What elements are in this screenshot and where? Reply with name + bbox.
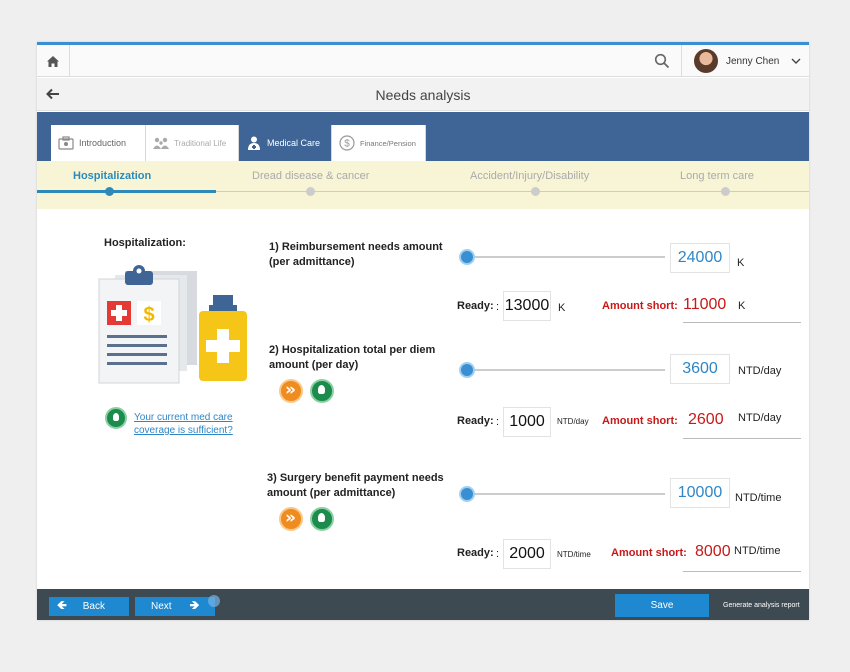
generate-report-button[interactable]: Generate analysis report bbox=[723, 602, 800, 609]
back-button[interactable]: 🡸 Back bbox=[49, 597, 129, 616]
arrow-left-icon: 🡸 bbox=[57, 598, 67, 612]
step-accident[interactable]: Accident/Injury/Disability bbox=[470, 170, 589, 182]
avatar bbox=[694, 49, 718, 73]
question-2-ready-value[interactable]: 1000 bbox=[503, 407, 551, 437]
question-3-short-underline bbox=[683, 571, 801, 572]
tab-traditional-life[interactable]: Traditional Life bbox=[146, 125, 239, 161]
tab-label: Medical Care bbox=[267, 138, 321, 148]
step-long-term-care[interactable]: Long term care bbox=[680, 170, 754, 182]
search-button[interactable] bbox=[654, 53, 672, 71]
bottom-bar: 🡸 Back Next 🡺 Save Generate analysis rep… bbox=[37, 589, 809, 620]
page-title: Needs analysis bbox=[375, 87, 471, 103]
question-2-ready-unit: NTD/day bbox=[557, 417, 589, 426]
arrow-right-icon: 🡺 bbox=[189, 598, 200, 612]
step-dread-disease[interactable]: Dread disease & cancer bbox=[252, 170, 369, 182]
tab-medical-care[interactable]: Medical Care bbox=[239, 125, 332, 161]
question-1-ready-label: Ready: bbox=[457, 300, 494, 312]
question-1-ready-sep: : bbox=[496, 301, 500, 313]
question-3-slider-track[interactable] bbox=[465, 493, 665, 495]
question-2-short-underline bbox=[683, 438, 801, 439]
section-heading: Hospitalization: bbox=[104, 237, 186, 249]
title-bar: Needs analysis bbox=[37, 78, 809, 111]
category-bar: Introduction Traditional Life Medical Ca… bbox=[37, 112, 809, 161]
medical-clipboard-illustration: $ bbox=[98, 265, 247, 384]
question-1-slider-track[interactable] bbox=[465, 256, 665, 258]
question-2-short-value: 2600 bbox=[688, 411, 724, 428]
user-menu[interactable]: Jenny Chen bbox=[681, 45, 809, 77]
step-hospitalization[interactable]: Hospitalization bbox=[73, 170, 151, 182]
lightbulb-icon[interactable] bbox=[310, 379, 334, 403]
question-3-ready-unit: NTD/time bbox=[557, 550, 591, 559]
tab-introduction[interactable]: Introduction bbox=[51, 125, 146, 161]
save-button[interactable]: Save bbox=[615, 594, 709, 617]
svg-text:$: $ bbox=[344, 139, 350, 150]
question-1-short-unit: K bbox=[738, 300, 746, 312]
question-1-short-label: Amount short: bbox=[602, 300, 678, 312]
question-3-ready-sep: : bbox=[496, 548, 500, 560]
question-3-short-label: Amount short: bbox=[611, 547, 687, 559]
question-3-value[interactable]: 10000 bbox=[670, 478, 730, 508]
step-dot-accident[interactable] bbox=[531, 187, 540, 196]
question-1-unit: K bbox=[737, 257, 745, 269]
question-1-short-underline bbox=[683, 322, 801, 323]
tab-finance-pension[interactable]: $ Finance/Pension bbox=[332, 125, 426, 161]
family-icon bbox=[152, 134, 170, 152]
question-1-short-value: 11000 bbox=[683, 296, 727, 313]
question-3-short-value: 8000 bbox=[695, 543, 731, 560]
question-2-ready-label: Ready: bbox=[457, 415, 494, 427]
back-button-label: Back bbox=[82, 601, 105, 612]
doctor-icon bbox=[245, 134, 263, 152]
next-step-icon[interactable] bbox=[279, 507, 303, 531]
question-2-value[interactable]: 3600 bbox=[670, 354, 730, 384]
step-progress-bar: Hospitalization Dread disease & cancer A… bbox=[37, 161, 809, 209]
step-track-progress bbox=[37, 190, 216, 193]
introduction-icon bbox=[57, 134, 75, 152]
app-window: Jenny Chen Needs analysis Introduction T… bbox=[37, 42, 809, 620]
question-3-short-unit: NTD/time bbox=[734, 545, 781, 557]
question-2-slider-handle[interactable] bbox=[459, 362, 475, 378]
question-2-label: 2) Hospitalization total per diem amount… bbox=[269, 344, 436, 371]
next-button[interactable]: Next 🡺 bbox=[135, 597, 215, 616]
question-2-ready-sep: : bbox=[496, 416, 500, 428]
home-button[interactable] bbox=[37, 45, 70, 77]
step-dot-dread-disease[interactable] bbox=[306, 187, 315, 196]
lightbulb-icon[interactable] bbox=[105, 407, 127, 429]
question-2-short-label: Amount short: bbox=[602, 415, 678, 427]
next-button-label: Next bbox=[151, 601, 172, 612]
question-2-unit: NTD/day bbox=[738, 365, 782, 377]
step-dot-long-term-care[interactable] bbox=[721, 187, 730, 196]
main-content: Hospitalization: $ Your current med care bbox=[37, 209, 809, 589]
top-bar: Jenny Chen bbox=[37, 45, 809, 77]
touch-cursor-icon bbox=[208, 595, 220, 607]
question-3-ready-label: Ready: bbox=[457, 547, 494, 559]
question-3-label: 3) Surgery benefit payment needs amount … bbox=[267, 472, 444, 499]
search-icon bbox=[654, 53, 670, 69]
lightbulb-icon[interactable] bbox=[310, 507, 334, 531]
next-step-icon[interactable] bbox=[279, 379, 303, 403]
question-2-short-unit: NTD/day bbox=[738, 412, 782, 424]
question-1-slider-handle[interactable] bbox=[459, 249, 475, 265]
home-icon bbox=[47, 55, 59, 67]
tab-label: Introduction bbox=[79, 138, 127, 148]
question-3-slider-handle[interactable] bbox=[459, 486, 475, 502]
chevron-down-icon bbox=[791, 58, 801, 64]
question-1-ready-unit: K bbox=[558, 302, 566, 314]
question-3-ready-value[interactable]: 2000 bbox=[503, 539, 551, 569]
coverage-sufficient-link[interactable]: Your current med care coverage is suffic… bbox=[134, 411, 254, 437]
step-dot-hospitalization[interactable] bbox=[105, 187, 114, 196]
user-name: Jenny Chen bbox=[726, 55, 780, 67]
question-1-label: 1) Reimbursement needs amount (per admit… bbox=[269, 241, 443, 268]
question-1-ready-value[interactable]: 13000 bbox=[503, 291, 551, 321]
tab-label: Finance/Pension bbox=[360, 138, 416, 148]
question-1-value[interactable]: 24000 bbox=[670, 243, 730, 273]
question-3-unit: NTD/time bbox=[735, 492, 782, 504]
tab-label: Traditional Life bbox=[174, 138, 227, 148]
svg-text:$: $ bbox=[143, 304, 154, 326]
dollar-coin-icon: $ bbox=[338, 134, 356, 152]
question-2-slider-track[interactable] bbox=[465, 369, 665, 371]
